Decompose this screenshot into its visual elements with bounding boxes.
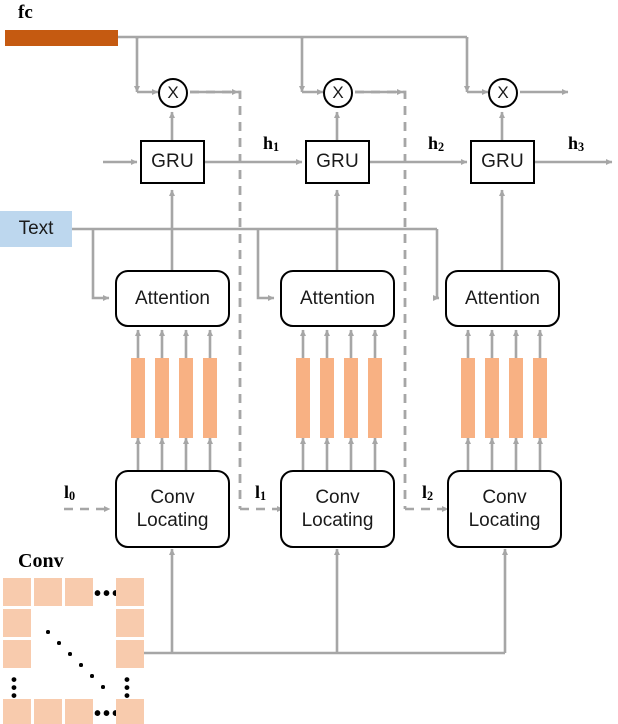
conv-locating-line2-2: Locating — [301, 510, 374, 531]
conv-grid-diagonal-dot-3 — [68, 652, 72, 656]
hidden-state-sub-1: 1 — [273, 140, 280, 155]
location-label-0: l0 — [64, 482, 75, 504]
conv-grid-diagonal-dot-6 — [101, 685, 105, 689]
feature-bar-2-3 — [344, 358, 358, 438]
feature-bar-1-4 — [203, 358, 217, 438]
feature-bar-2-1 — [296, 358, 310, 438]
feature-bar-3-1 — [461, 358, 475, 438]
hidden-state-label-2: h2 — [428, 133, 444, 155]
conv-cell-r2c1 — [3, 609, 31, 637]
diagram-canvas: fc X X X GRU GRU GRU h1 h2 h3 Text Atten… — [0, 0, 618, 724]
conv-locating-block-3[interactable]: Conv Locating — [447, 470, 562, 548]
feature-bar-2-2 — [320, 358, 334, 438]
text-input-box[interactable]: Text — [0, 211, 72, 247]
location-label-2: l2 — [422, 482, 433, 504]
conv-cell-r4c4 — [116, 699, 144, 724]
multiply-node-2[interactable]: X — [323, 78, 353, 108]
conv-grid-diagonal-dot-2 — [57, 641, 61, 645]
location-sub-0: 0 — [69, 489, 76, 504]
attention-block-2[interactable]: Attention — [280, 270, 395, 327]
hidden-state-base-2: h — [428, 133, 439, 153]
hidden-state-sub-3: 3 — [578, 140, 585, 155]
conv-locating-line2-3: Locating — [468, 510, 541, 531]
location-sub-2: 2 — [427, 489, 434, 504]
gru-cell-3[interactable]: GRU — [470, 140, 535, 184]
conv-locating-block-1[interactable]: Conv Locating — [115, 470, 230, 548]
conv-locating-line1-2: Conv — [315, 486, 360, 508]
fc-label: fc — [18, 2, 33, 23]
conv-cell-r4c3 — [65, 699, 93, 724]
conv-cell-r2c4 — [116, 609, 144, 637]
conv-cell-r3c1 — [3, 640, 31, 668]
feature-bar-1-2 — [155, 358, 169, 438]
gru-cell-1[interactable]: GRU — [140, 140, 205, 184]
feature-bar-3-4 — [533, 358, 547, 438]
feature-bar-3-3 — [509, 358, 523, 438]
conv-grid-diagonal-dot-4 — [79, 663, 83, 667]
conv-cell-r1c4 — [116, 578, 144, 606]
gru-cell-2[interactable]: GRU — [305, 140, 370, 184]
hidden-state-label-3: h3 — [568, 133, 584, 155]
conv-cell-r1c2 — [34, 578, 62, 606]
location-sub-1: 1 — [260, 489, 267, 504]
feature-bar-1-1 — [131, 358, 145, 438]
hidden-state-sub-2: 2 — [438, 140, 445, 155]
conv-cell-r1c1 — [3, 578, 31, 606]
feature-bar-2-4 — [368, 358, 382, 438]
attention-block-3[interactable]: Attention — [445, 270, 560, 327]
hidden-state-base-3: h — [568, 133, 579, 153]
conv-cell-r1c3 — [65, 578, 93, 606]
attention-block-1[interactable]: Attention — [115, 270, 230, 327]
conv-grid-diagonal-dot-5 — [90, 674, 94, 678]
conv-locating-line1-1: Conv — [150, 486, 195, 508]
conv-locating-line2-1: Locating — [136, 510, 209, 531]
conv-cell-r3c4 — [116, 640, 144, 668]
hidden-state-label-1: h1 — [263, 133, 279, 155]
multiply-node-3[interactable]: X — [488, 78, 518, 108]
conv-cell-r4c2 — [34, 699, 62, 724]
feature-bar-3-2 — [485, 358, 499, 438]
conv-grid-ellipsis-col1: • • • — [11, 671, 17, 704]
conv-cell-r4c1 — [3, 699, 31, 724]
fc-feature-bar — [5, 30, 118, 46]
multiply-node-1[interactable]: X — [158, 78, 188, 108]
conv-grid-diagonal-dot-1 — [46, 630, 50, 634]
conv-locating-block-2[interactable]: Conv Locating — [280, 470, 395, 548]
feature-bar-1-3 — [179, 358, 193, 438]
location-label-1: l1 — [255, 482, 266, 504]
conv-label: Conv — [18, 550, 64, 572]
conv-locating-line1-3: Conv — [482, 486, 527, 508]
hidden-state-base-1: h — [263, 133, 274, 153]
conv-grid-ellipsis-col4: • • • — [124, 671, 130, 704]
